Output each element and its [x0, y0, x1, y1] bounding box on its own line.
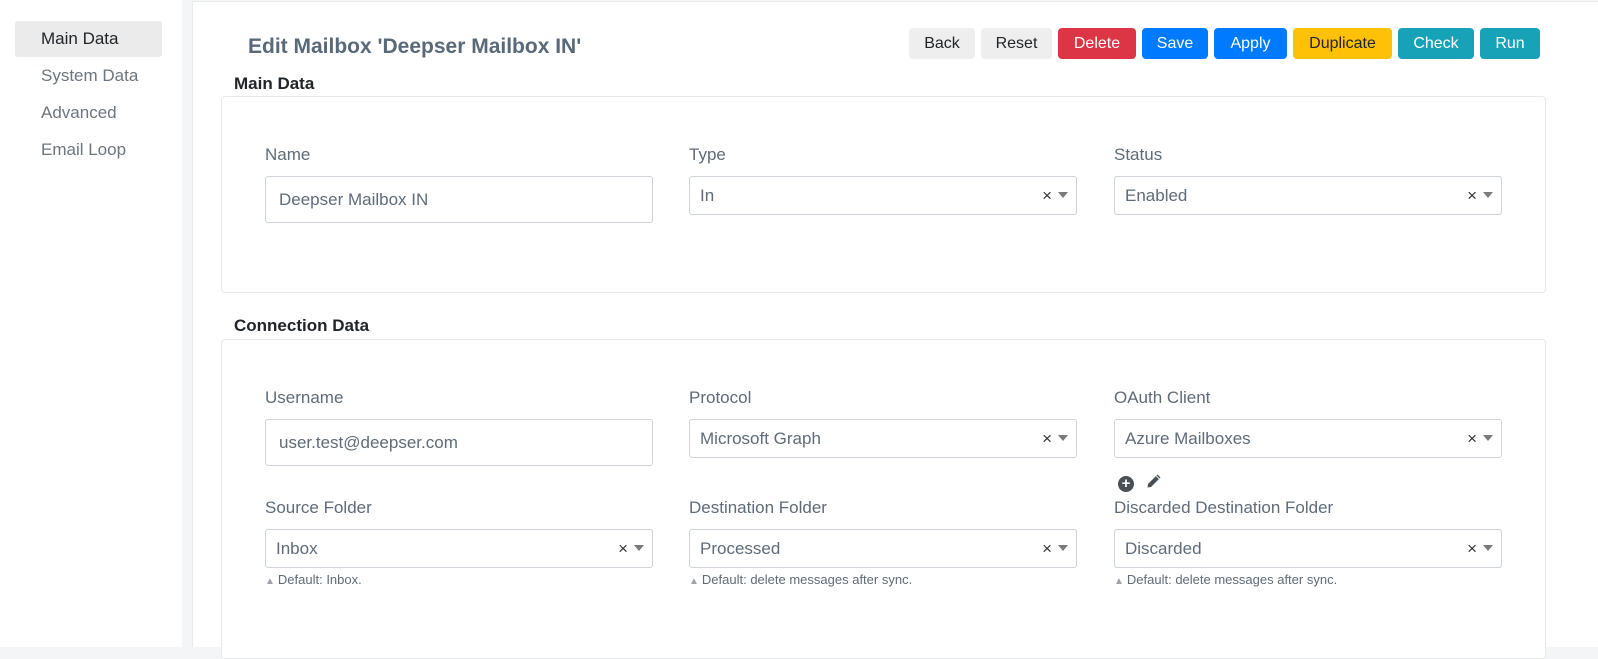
connection-data-section-title: Connection Data [234, 316, 370, 335]
oauth-client-select[interactable]: Azure Mailboxes × [1114, 419, 1502, 458]
clear-icon[interactable]: × [618, 539, 628, 559]
reset-button[interactable]: Reset [981, 28, 1052, 59]
name-label: Name [265, 145, 311, 164]
chevron-down-icon[interactable] [1058, 435, 1068, 441]
sidebar: Main Data System Data Advanced Email Loo… [0, 0, 182, 647]
main-panel: Edit Mailbox 'Deepser Mailbox IN' Back R… [192, 1, 1598, 659]
main-data-section-title: Main Data [234, 74, 315, 93]
source-folder-help-text: Default: Inbox. [277, 572, 362, 587]
username-input[interactable] [265, 419, 653, 466]
duplicate-button[interactable]: Duplicate [1293, 28, 1392, 59]
discarded-folder-help-text: Default: delete messages after sync. [1126, 572, 1338, 587]
discarded-folder-label: Discarded Destination Folder [1114, 498, 1334, 517]
sidebar-item-system-data[interactable]: System Data [15, 58, 162, 94]
toolbar: Back Reset Delete Save Apply Duplicate C… [193, 28, 1598, 59]
destination-folder-select-value: Processed [700, 539, 781, 558]
destination-folder-select[interactable]: Processed × [689, 529, 1077, 568]
check-button[interactable]: Check [1398, 28, 1474, 59]
sidebar-item-advanced[interactable]: Advanced [15, 95, 162, 131]
clear-icon[interactable]: × [1467, 429, 1477, 449]
discarded-folder-help: ▲ Default: delete messages after sync. [1114, 572, 1337, 587]
chevron-down-icon[interactable] [634, 545, 644, 551]
source-folder-field: Source Folder Inbox × ▲ Default: Inbox. [265, 498, 653, 588]
clear-icon[interactable]: × [1467, 186, 1477, 206]
clear-icon[interactable]: × [1467, 539, 1477, 559]
pencil-icon[interactable] [1146, 473, 1162, 494]
discarded-folder-select-value: Discarded [1125, 539, 1202, 558]
destination-folder-label: Destination Folder [689, 498, 827, 517]
name-field: Name [265, 145, 653, 235]
main-data-card: Name Type In × Status Enabled × [221, 96, 1546, 293]
clear-icon[interactable]: × [1042, 186, 1052, 206]
source-folder-select[interactable]: Inbox × [265, 529, 653, 568]
delete-button[interactable]: Delete [1058, 28, 1136, 59]
username-label: Username [265, 388, 344, 407]
username-field: Username [265, 388, 653, 498]
chevron-down-icon[interactable] [1483, 545, 1493, 551]
status-select-value: Enabled [1125, 186, 1188, 205]
save-button[interactable]: Save [1142, 28, 1208, 59]
plus-circle-icon[interactable]: + [1118, 475, 1134, 492]
back-button[interactable]: Back [909, 28, 975, 59]
protocol-label: Protocol [689, 388, 752, 407]
apply-button[interactable]: Apply [1214, 28, 1287, 59]
source-folder-label: Source Folder [265, 498, 372, 517]
status-label: Status [1114, 145, 1163, 164]
status-select[interactable]: Enabled × [1114, 176, 1502, 215]
protocol-field: Protocol Microsoft Graph × [689, 388, 1077, 498]
type-field: Type In × [689, 145, 1077, 235]
source-folder-select-value: Inbox [276, 539, 318, 558]
triangle-up-icon: ▲ [1114, 576, 1124, 587]
type-label: Type [689, 145, 726, 164]
chevron-down-icon[interactable] [1058, 192, 1068, 198]
chevron-down-icon[interactable] [1058, 545, 1068, 551]
discarded-folder-field: Discarded Destination Folder Discarded ×… [1114, 498, 1502, 588]
type-select[interactable]: In × [689, 176, 1077, 215]
destination-folder-help: ▲ Default: delete messages after sync. [689, 572, 912, 587]
chevron-down-icon[interactable] [1483, 435, 1493, 441]
run-button[interactable]: Run [1480, 28, 1540, 59]
name-input[interactable] [265, 176, 653, 223]
destination-folder-field: Destination Folder Processed × ▲ Default:… [689, 498, 1077, 588]
sidebar-item-main-data[interactable]: Main Data [15, 21, 162, 57]
connection-data-card: Username Protocol Microsoft Graph × OAut… [221, 339, 1546, 659]
oauth-client-label: OAuth Client [1114, 388, 1211, 407]
destination-folder-help-text: Default: delete messages after sync. [701, 572, 913, 587]
type-select-value: In [700, 186, 715, 205]
discarded-folder-select[interactable]: Discarded × [1114, 529, 1502, 568]
clear-icon[interactable]: × [1042, 429, 1052, 449]
sidebar-item-email-loop[interactable]: Email Loop [15, 132, 162, 168]
chevron-down-icon[interactable] [1483, 192, 1493, 198]
source-folder-help: ▲ Default: Inbox. [265, 572, 362, 587]
status-field: Status Enabled × [1114, 145, 1502, 235]
oauth-client-field: OAuth Client Azure Mailboxes × + [1114, 388, 1502, 498]
triangle-up-icon: ▲ [265, 576, 275, 587]
protocol-select-value: Microsoft Graph [700, 429, 821, 448]
oauth-client-actions: + [1118, 473, 1162, 494]
protocol-select[interactable]: Microsoft Graph × [689, 419, 1077, 458]
oauth-client-select-value: Azure Mailboxes [1125, 429, 1251, 448]
clear-icon[interactable]: × [1042, 539, 1052, 559]
triangle-up-icon: ▲ [689, 576, 699, 587]
